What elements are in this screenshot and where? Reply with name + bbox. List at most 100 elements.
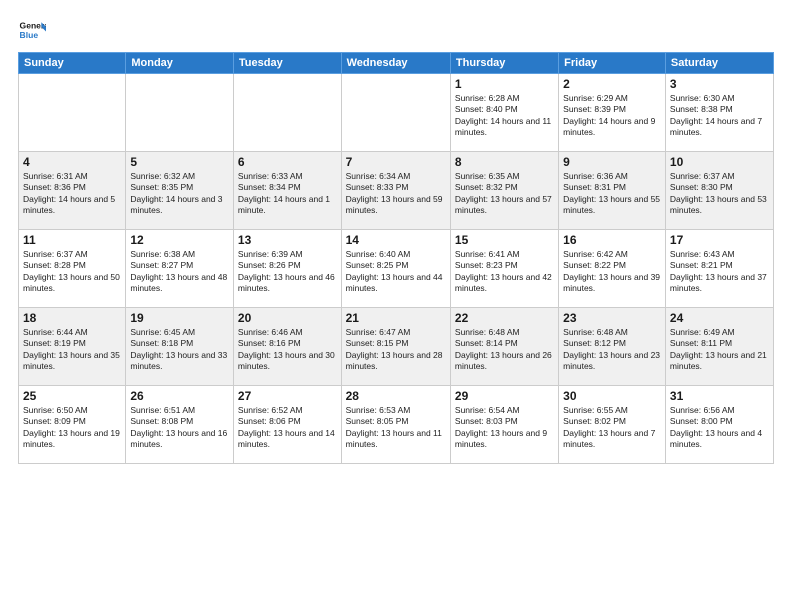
calendar-cell: 2 Sunrise: 6:29 AMSunset: 8:39 PMDaylight… (559, 74, 666, 152)
day-number: 28 (346, 389, 446, 403)
calendar-cell: 29 Sunrise: 6:54 AMSunset: 8:03 PMDayligh… (450, 386, 558, 464)
day-number: 30 (563, 389, 661, 403)
weekday-header-monday: Monday (126, 53, 234, 74)
day-number: 22 (455, 311, 554, 325)
day-number: 24 (670, 311, 769, 325)
day-number: 26 (130, 389, 229, 403)
calendar-cell: 4 Sunrise: 6:31 AMSunset: 8:36 PMDaylight… (19, 152, 126, 230)
day-number: 15 (455, 233, 554, 247)
calendar-cell: 14 Sunrise: 6:40 AMSunset: 8:25 PMDayligh… (341, 230, 450, 308)
calendar-cell: 16 Sunrise: 6:42 AMSunset: 8:22 PMDayligh… (559, 230, 666, 308)
day-info: Sunrise: 6:53 AMSunset: 8:05 PMDaylight:… (346, 405, 446, 451)
calendar-cell: 8 Sunrise: 6:35 AMSunset: 8:32 PMDaylight… (450, 152, 558, 230)
day-info: Sunrise: 6:29 AMSunset: 8:39 PMDaylight:… (563, 93, 661, 139)
day-info: Sunrise: 6:56 AMSunset: 8:00 PMDaylight:… (670, 405, 769, 451)
day-info: Sunrise: 6:49 AMSunset: 8:11 PMDaylight:… (670, 327, 769, 373)
calendar-cell: 20 Sunrise: 6:46 AMSunset: 8:16 PMDayligh… (233, 308, 341, 386)
day-number: 13 (238, 233, 337, 247)
day-info: Sunrise: 6:36 AMSunset: 8:31 PMDaylight:… (563, 171, 661, 217)
calendar-cell: 5 Sunrise: 6:32 AMSunset: 8:35 PMDaylight… (126, 152, 234, 230)
day-info: Sunrise: 6:41 AMSunset: 8:23 PMDaylight:… (455, 249, 554, 295)
day-number: 1 (455, 77, 554, 91)
day-number: 6 (238, 155, 337, 169)
calendar-cell: 21Sunrise: 6:47 AMSunset: 8:15 PMDayligh… (341, 308, 450, 386)
day-info: Sunrise: 6:39 AMSunset: 8:26 PMDaylight:… (238, 249, 337, 295)
calendar-cell: 30 Sunrise: 6:55 AMSunset: 8:02 PMDayligh… (559, 386, 666, 464)
logo: General Blue (18, 16, 50, 44)
day-number: 25 (23, 389, 121, 403)
weekday-header-wednesday: Wednesday (341, 53, 450, 74)
weekday-header-saturday: Saturday (665, 53, 773, 74)
calendar-cell: 27 Sunrise: 6:52 AMSunset: 8:06 PMDayligh… (233, 386, 341, 464)
calendar-cell: 1Sunrise: 6:28 AMSunset: 8:40 PMDaylight… (450, 74, 558, 152)
day-info: Sunrise: 6:35 AMSunset: 8:32 PMDaylight:… (455, 171, 554, 217)
logo-icon: General Blue (18, 16, 46, 44)
day-info: Sunrise: 6:37 AMSunset: 8:30 PMDaylight:… (670, 171, 769, 217)
day-info: Sunrise: 6:48 AMSunset: 8:12 PMDaylight:… (563, 327, 661, 373)
day-info: Sunrise: 6:30 AMSunset: 8:38 PMDaylight:… (670, 93, 769, 139)
calendar-cell: 18 Sunrise: 6:44 AMSunset: 8:19 PMDayligh… (19, 308, 126, 386)
day-info: Sunrise: 6:44 AMSunset: 8:19 PMDaylight:… (23, 327, 121, 373)
day-number: 10 (670, 155, 769, 169)
calendar-week-3: 11Sunrise: 6:37 AMSunset: 8:28 PMDayligh… (19, 230, 774, 308)
calendar-week-5: 25 Sunrise: 6:50 AMSunset: 8:09 PMDayligh… (19, 386, 774, 464)
day-number: 16 (563, 233, 661, 247)
svg-text:Blue: Blue (20, 30, 39, 40)
day-number: 29 (455, 389, 554, 403)
calendar-cell: 12Sunrise: 6:38 AMSunset: 8:27 PMDayligh… (126, 230, 234, 308)
day-number: 5 (130, 155, 229, 169)
calendar-cell: 22 Sunrise: 6:48 AMSunset: 8:14 PMDayligh… (450, 308, 558, 386)
day-number: 9 (563, 155, 661, 169)
day-info: Sunrise: 6:42 AMSunset: 8:22 PMDaylight:… (563, 249, 661, 295)
day-number: 17 (670, 233, 769, 247)
day-number: 2 (563, 77, 661, 91)
day-number: 27 (238, 389, 337, 403)
calendar-cell: 17 Sunrise: 6:43 AMSunset: 8:21 PMDayligh… (665, 230, 773, 308)
day-number: 12 (130, 233, 229, 247)
day-info: Sunrise: 6:33 AMSunset: 8:34 PMDaylight:… (238, 171, 337, 217)
day-number: 11 (23, 233, 121, 247)
weekday-header-friday: Friday (559, 53, 666, 74)
day-number: 23 (563, 311, 661, 325)
day-number: 14 (346, 233, 446, 247)
calendar-cell: 15 Sunrise: 6:41 AMSunset: 8:23 PMDayligh… (450, 230, 558, 308)
day-number: 18 (23, 311, 121, 325)
calendar-cell (19, 74, 126, 152)
day-info: Sunrise: 6:50 AMSunset: 8:09 PMDaylight:… (23, 405, 121, 451)
calendar-cell: 7Sunrise: 6:34 AMSunset: 8:33 PMDaylight… (341, 152, 450, 230)
calendar-cell: 25 Sunrise: 6:50 AMSunset: 8:09 PMDayligh… (19, 386, 126, 464)
day-info: Sunrise: 6:52 AMSunset: 8:06 PMDaylight:… (238, 405, 337, 451)
day-info: Sunrise: 6:46 AMSunset: 8:16 PMDaylight:… (238, 327, 337, 373)
day-info: Sunrise: 6:47 AMSunset: 8:15 PMDaylight:… (346, 327, 446, 373)
calendar-cell: 24 Sunrise: 6:49 AMSunset: 8:11 PMDayligh… (665, 308, 773, 386)
day-info: Sunrise: 6:51 AMSunset: 8:08 PMDaylight:… (130, 405, 229, 451)
day-number: 19 (130, 311, 229, 325)
weekday-header-thursday: Thursday (450, 53, 558, 74)
day-number: 4 (23, 155, 121, 169)
calendar-cell: 3 Sunrise: 6:30 AMSunset: 8:38 PMDaylight… (665, 74, 773, 152)
day-info: Sunrise: 6:48 AMSunset: 8:14 PMDaylight:… (455, 327, 554, 373)
day-number: 20 (238, 311, 337, 325)
calendar-cell: 19 Sunrise: 6:45 AMSunset: 8:18 PMDayligh… (126, 308, 234, 386)
day-info: Sunrise: 6:31 AMSunset: 8:36 PMDaylight:… (23, 171, 121, 217)
calendar-week-1: 1Sunrise: 6:28 AMSunset: 8:40 PMDaylight… (19, 74, 774, 152)
day-info: Sunrise: 6:54 AMSunset: 8:03 PMDaylight:… (455, 405, 554, 451)
day-number: 3 (670, 77, 769, 91)
weekday-header-tuesday: Tuesday (233, 53, 341, 74)
day-info: Sunrise: 6:55 AMSunset: 8:02 PMDaylight:… (563, 405, 661, 451)
page-header: General Blue (18, 16, 774, 44)
calendar-cell: 28 Sunrise: 6:53 AMSunset: 8:05 PMDayligh… (341, 386, 450, 464)
calendar-week-2: 4 Sunrise: 6:31 AMSunset: 8:36 PMDaylight… (19, 152, 774, 230)
day-info: Sunrise: 6:34 AMSunset: 8:33 PMDaylight:… (346, 171, 446, 217)
calendar-week-4: 18 Sunrise: 6:44 AMSunset: 8:19 PMDayligh… (19, 308, 774, 386)
calendar-cell: 26 Sunrise: 6:51 AMSunset: 8:08 PMDayligh… (126, 386, 234, 464)
day-info: Sunrise: 6:45 AMSunset: 8:18 PMDaylight:… (130, 327, 229, 373)
day-info: Sunrise: 6:40 AMSunset: 8:25 PMDaylight:… (346, 249, 446, 295)
calendar-cell: 9 Sunrise: 6:36 AMSunset: 8:31 PMDaylight… (559, 152, 666, 230)
weekday-header-sunday: Sunday (19, 53, 126, 74)
calendar-cell: 10 Sunrise: 6:37 AMSunset: 8:30 PMDayligh… (665, 152, 773, 230)
day-info: Sunrise: 6:43 AMSunset: 8:21 PMDaylight:… (670, 249, 769, 295)
day-info: Sunrise: 6:32 AMSunset: 8:35 PMDaylight:… (130, 171, 229, 217)
day-number: 8 (455, 155, 554, 169)
calendar-cell (126, 74, 234, 152)
